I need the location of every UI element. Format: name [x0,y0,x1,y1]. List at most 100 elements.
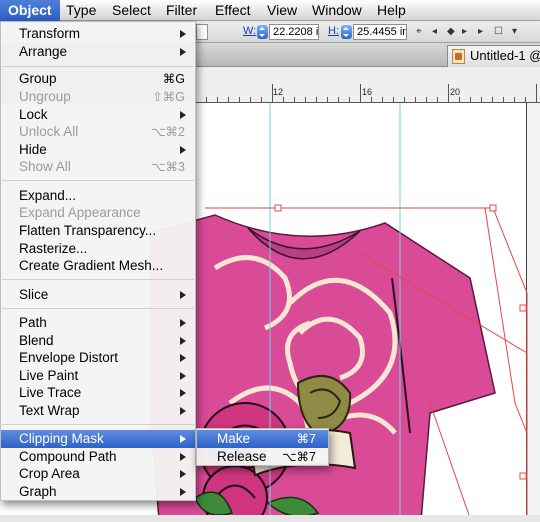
menu-item-live-trace[interactable]: Live Trace [1,384,195,402]
menu-item-shortcut: ⌥⌘3 [151,160,185,174]
menu-item-show-all: Show All ⌥⌘3 [1,158,195,176]
menu-item-live-paint[interactable]: Live Paint [1,367,195,385]
menu-effect[interactable]: Effect [207,0,259,21]
width-label: W: [243,25,257,37]
menu-item-label: Crop Area [19,466,80,481]
menu-item-transform[interactable]: Transform [1,25,195,43]
menu-item-label: Blend [19,333,54,348]
submenu-arrow-icon [180,30,186,38]
menu-item-label: Graph [19,484,57,499]
horizontal-ruler[interactable] [195,67,540,103]
menu-object[interactable]: Object [0,0,60,21]
first-page-icon[interactable]: ◂ [432,26,437,37]
height-stepper-icon[interactable] [341,25,352,39]
ruler-label-20: 20 [450,87,461,97]
menu-item-shortcut: ⌘7 [296,432,316,446]
menu-item-label: Unlock All [19,124,79,139]
menu-item-label: Arrange [19,44,68,59]
menu-item-shortcut: ⇧⌘G [152,90,185,104]
menu-help[interactable]: Help [369,0,414,21]
next-icon[interactable]: ▸ [462,26,467,37]
menu-item-label: Path [19,315,47,330]
menu-item-label: Expand... [19,188,77,203]
submenu-arrow-icon [180,48,186,56]
prev-icon[interactable]: ◆ [447,26,455,37]
submenu-arrow-icon [180,470,186,478]
menu-item-shortcut: ⌥⌘7 [282,450,316,464]
menu-item-label: Compound Path [19,449,117,464]
submenu-arrow-icon [180,453,186,461]
last-page-icon[interactable]: ▸ [478,26,483,37]
menu-item-shortcut: ⌥⌘2 [151,125,185,139]
submenu-item-make[interactable]: Make ⌘7 [197,430,328,448]
align-options-icon[interactable]: ⌖ [416,26,422,37]
submenu-arrow-icon [180,111,186,119]
menu-item-create-gradient-mesh[interactable]: Create Gradient Mesh... [1,257,195,275]
menu-item-ungroup: Ungroup ⇧⌘G [1,88,195,106]
menu-item-label: Create Gradient Mesh... [19,258,164,273]
ruler-ticks [195,84,540,103]
menu-item-label: Release [217,449,267,464]
width-field[interactable]: 22.2208 in [269,24,319,40]
width-stepper-icon[interactable] [257,25,268,39]
menu-item-clipping-mask[interactable]: Clipping Mask [1,430,195,448]
submenu-arrow-icon [180,488,186,496]
menu-item-lock[interactable]: Lock [1,106,195,124]
menu-item-crop-area[interactable]: Crop Area [1,465,195,483]
menu-filter[interactable]: Filter [158,0,205,21]
menu-item-slice[interactable]: Slice [1,286,195,304]
menu-item-envelope-distort[interactable]: Envelope Distort [1,349,195,367]
submenu-arrow-icon [180,407,186,415]
menu-item-label: Text Wrap [19,403,80,418]
menu-separator [2,308,194,309]
menu-select[interactable]: Select [104,0,159,21]
menu-separator [2,180,194,181]
illustrator-document-icon [452,49,465,64]
menu-item-label: Hide [19,142,47,157]
submenu-arrow-icon [180,319,186,327]
menu-item-label: Slice [19,287,49,302]
menu-item-label: Show All [19,159,71,174]
selection-handle [489,204,497,212]
object-menu: Transform Arrange Group ⌘G Ungroup ⇧⌘G Lock Unl… [0,21,196,501]
menu-item-label: Transform [19,26,81,41]
menu-separator [2,424,194,425]
menu-item-label: Clipping Mask [19,431,104,446]
reference-point-field[interactable] [196,24,208,40]
menu-item-label: Lock [19,107,48,122]
menu-item-blend[interactable]: Blend [1,332,195,350]
menu-item-arrange[interactable]: Arrange [1,43,195,61]
submenu-arrow-icon [180,435,186,443]
menu-item-path[interactable]: Path [1,314,195,332]
menu-item-unlock-all: Unlock All ⌥⌘2 [1,123,195,141]
menu-item-rasterize[interactable]: Rasterize... [1,240,195,258]
clipping-mask-submenu: Make ⌘7 Release ⌥⌘7 [196,428,329,466]
submenu-arrow-icon [180,291,186,299]
menu-item-label: Live Paint [19,368,79,383]
menu-type[interactable]: Type [58,0,104,21]
menu-item-expand[interactable]: Expand... [1,187,195,205]
height-field[interactable]: 25.4455 ir [353,24,407,40]
menu-separator [2,279,194,280]
menu-item-group[interactable]: Group ⌘G [1,70,195,88]
menu-item-flatten-transparency[interactable]: Flatten Transparency... [1,222,195,240]
document-tab[interactable]: Untitled-1 @ [447,45,540,67]
menu-item-text-wrap[interactable]: Text Wrap [1,402,195,420]
more-icon[interactable]: ▾ [512,26,517,37]
submenu-item-release[interactable]: Release ⌥⌘7 [197,448,328,466]
menu-item-hide[interactable]: Hide [1,141,195,159]
selection-handle [519,472,527,480]
menu-item-graph[interactable]: Graph [1,483,195,501]
menu-item-label: Live Trace [19,385,82,400]
menu-item-compound-path[interactable]: Compound Path [1,448,195,466]
tshirt-shape [149,214,496,522]
menu-window[interactable]: Window [304,0,370,21]
submenu-arrow-icon [180,389,186,397]
selection-handle [519,304,527,312]
isolate-icon[interactable]: ☐ [494,26,503,37]
selection-path-3 [429,402,471,519]
menu-item-label: Make [217,431,251,446]
menu-item-label: Ungroup [19,89,71,104]
menu-item-label: Group [19,71,57,86]
menu-view[interactable]: View [259,0,305,21]
